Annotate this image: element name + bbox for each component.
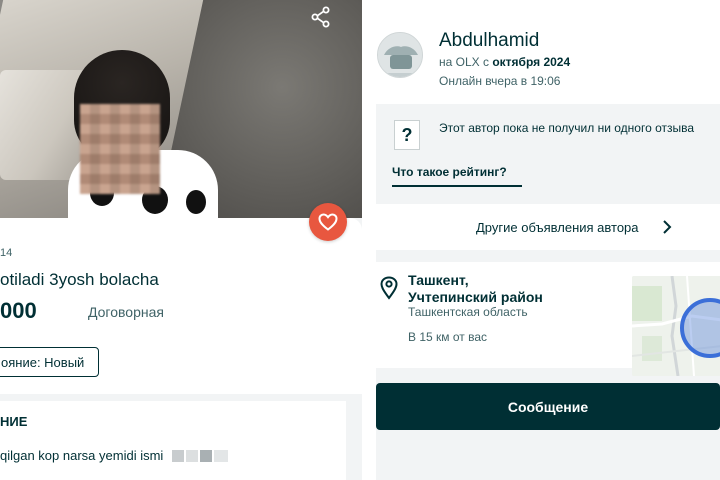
location-city-line1: Ташкент, [408, 272, 469, 288]
favorite-button[interactable] [309, 203, 347, 241]
negotiable-label: Договорная [88, 304, 164, 320]
location-city: Ташкент, Учтепинский район [408, 272, 543, 306]
heart-icon [318, 213, 338, 231]
seller-since: на OLX с октября 2024 [439, 55, 570, 69]
seller-since-date: октября 2024 [492, 55, 571, 69]
description-text: qilgan kop narsa yemidi ismi [0, 448, 164, 463]
listing-photo[interactable] [0, 0, 362, 218]
panel-divider [362, 0, 376, 480]
seller-name[interactable]: Abdulhamid [439, 30, 539, 52]
location-distance: В 15 км от вас [408, 330, 488, 344]
what-is-rating-link[interactable]: Что такое рейтинг? [392, 165, 507, 179]
description-card [0, 401, 346, 480]
condition-tag[interactable]: ояние: Новый [0, 347, 100, 377]
map-graphic [632, 276, 720, 376]
listing-price: 000 [0, 298, 37, 323]
rating-box [376, 104, 720, 204]
share-icon[interactable] [310, 6, 332, 28]
location-map[interactable] [632, 276, 720, 376]
location-region: Ташкентская область [408, 305, 528, 319]
listing-date: 14 [0, 247, 13, 259]
listing-panel: 14 otiladi 3yosh bolacha 000 Договорная … [0, 0, 362, 480]
seller-online-status: Онлайн вчера в 19:06 [439, 74, 561, 88]
rating-link-underline [392, 185, 522, 187]
message-button[interactable]: Сообщение [376, 383, 720, 430]
other-ads-link[interactable]: Другие объявления автора [476, 220, 639, 235]
description-heading: НИЕ [0, 414, 28, 429]
chevron-right-icon[interactable] [660, 219, 674, 235]
avatar-icon [378, 33, 422, 77]
seller-panel: Abdulhamid на OLX с октября 2024 Онлайн … [376, 0, 720, 480]
avatar[interactable] [377, 32, 423, 78]
blurred-face [80, 104, 160, 194]
listing-title: otiladi 3yosh bolacha [0, 270, 159, 289]
seller-since-prefix: на OLX с [439, 55, 489, 69]
question-icon: ? [394, 120, 420, 150]
redacted-block [172, 450, 230, 462]
location-pin-icon [380, 276, 398, 300]
screen: 14 otiladi 3yosh bolacha 000 Договорная … [0, 0, 720, 480]
location-city-line2: Учтепинский район [408, 289, 543, 305]
no-reviews-text: Этот автор пока не получил ни одного отз… [439, 121, 695, 135]
